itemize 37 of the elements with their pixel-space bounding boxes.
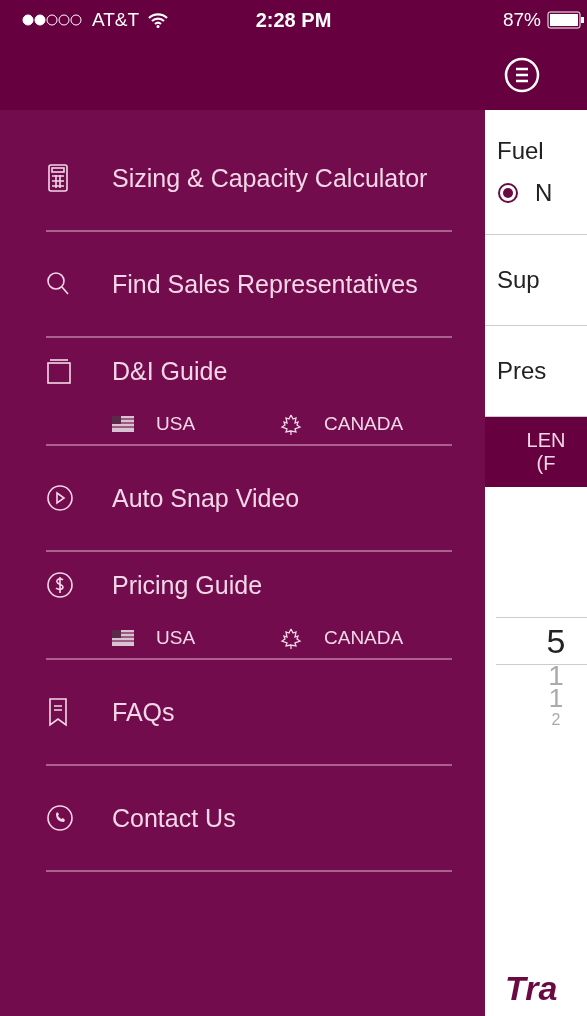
field-label[interactable]: Pres bbox=[497, 357, 587, 385]
folder-icon bbox=[46, 356, 72, 386]
menu-item[interactable]: D&I Guide bbox=[112, 356, 228, 386]
region-link[interactable]: CANADA bbox=[280, 627, 448, 649]
field-label: Fuel bbox=[497, 137, 545, 165]
radio-button[interactable] bbox=[497, 182, 519, 204]
maple-leaf-icon bbox=[280, 627, 302, 649]
status-time: 2:28 PM bbox=[255, 8, 332, 32]
signal-icon bbox=[22, 14, 84, 26]
maple-leaf-icon bbox=[280, 413, 302, 435]
carrier-name: AT&T bbox=[92, 9, 140, 31]
flag-icon bbox=[112, 630, 134, 646]
menu-item[interactable]: Auto Snap Video bbox=[112, 483, 300, 513]
logo: Tra bbox=[504, 969, 559, 1008]
region-link[interactable]: USA bbox=[112, 627, 280, 649]
header-text: LEN bbox=[526, 429, 566, 452]
battery-percent: 87% bbox=[502, 9, 541, 31]
radio-label: N bbox=[535, 179, 553, 207]
calculator-icon bbox=[46, 163, 70, 193]
menu-item[interactable]: Sizing & Capacity Calculator bbox=[112, 163, 428, 193]
phone-icon bbox=[46, 803, 74, 833]
region-link[interactable]: USA bbox=[112, 413, 280, 435]
bookmark-icon bbox=[46, 697, 70, 727]
region-link[interactable]: CANADA bbox=[280, 413, 448, 435]
menu-item[interactable]: FAQs bbox=[112, 697, 175, 727]
menu-item[interactable]: Pricing Guide bbox=[112, 570, 263, 600]
menu-item[interactable]: Find Sales Representatives bbox=[112, 269, 418, 299]
menu-item[interactable]: Contact Us bbox=[112, 803, 236, 833]
header-text: (F bbox=[536, 452, 556, 475]
field-label[interactable]: Sup bbox=[497, 266, 587, 294]
play-icon bbox=[46, 483, 74, 513]
menu-icon[interactable] bbox=[504, 57, 540, 93]
battery-icon bbox=[547, 11, 585, 29]
flag-icon bbox=[112, 416, 134, 432]
dollar-icon bbox=[46, 570, 74, 600]
picker-value[interactable]: 5 bbox=[546, 618, 566, 664]
wifi-icon bbox=[147, 12, 170, 28]
